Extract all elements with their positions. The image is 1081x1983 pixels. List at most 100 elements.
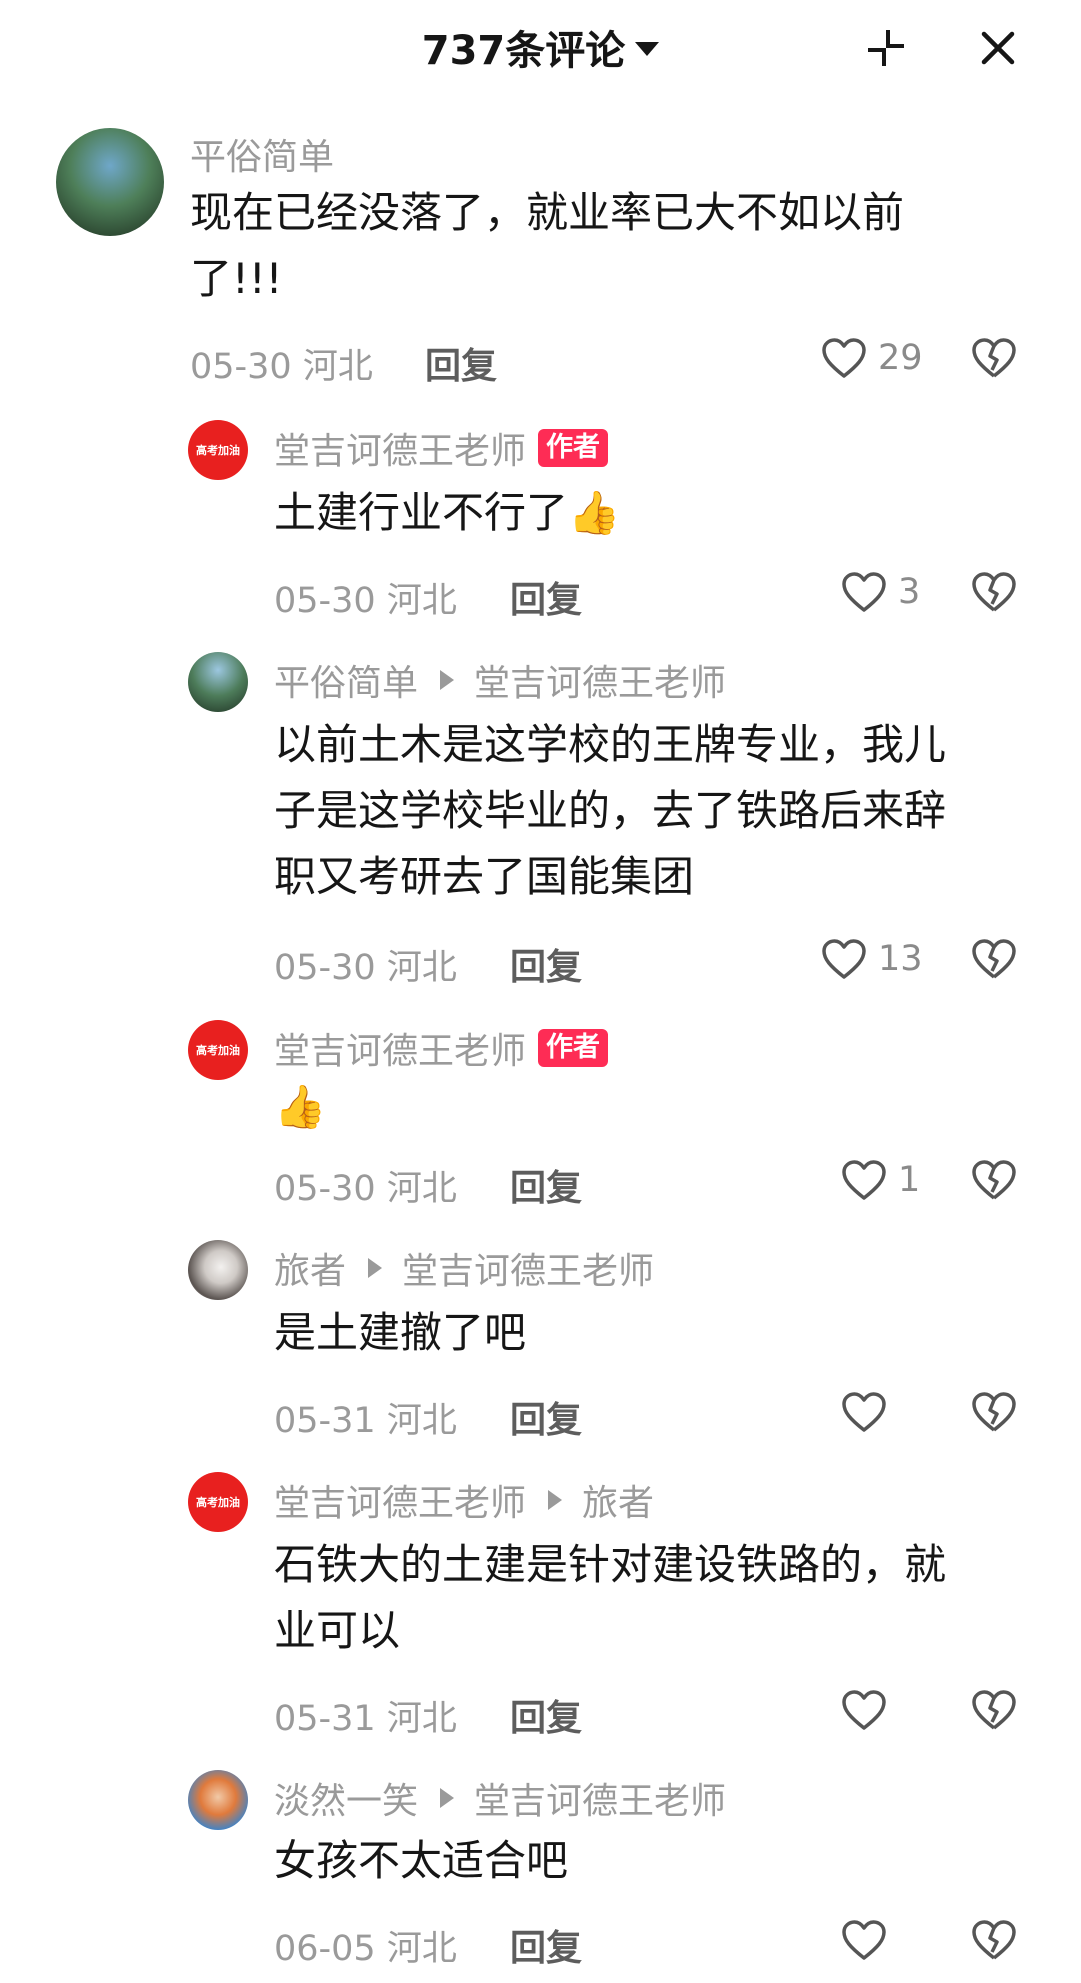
broken-heart-icon — [972, 1690, 1016, 1730]
heart-outline-icon — [842, 1392, 886, 1432]
username[interactable]: 堂吉诃德王老师 作者 — [274, 422, 609, 474]
avatar[interactable] — [56, 128, 164, 236]
comment-text-line: 女孩不太适合吧 — [274, 1836, 569, 1885]
comment-meta: 05-30 河北 — [190, 347, 373, 387]
comment-meta: 06-05 河北 — [274, 1929, 457, 1969]
comment-text: 👍 — [274, 1074, 326, 1140]
username-text: 堂吉诃德王老师 — [274, 1031, 527, 1072]
broken-heart-icon — [972, 1392, 1016, 1432]
avatar[interactable]: 高考加油 — [188, 1020, 248, 1080]
avatar[interactable]: 高考加油 — [188, 420, 248, 480]
heart-outline-icon — [842, 572, 886, 612]
comment-text: 现在已经没落了，就业率已大不如以前 了!!! — [190, 180, 904, 312]
username-text: 堂吉诃德王老师 — [274, 1483, 527, 1524]
username[interactable]: 平俗简单 堂吉诃德王老师 — [274, 654, 726, 706]
reply-item: 高考加油 堂吉诃德王老师 旅者 石铁大的土建是针对建设铁路的，就 业可以 05-… — [0, 1472, 1081, 1742]
reply-to-arrow-icon — [440, 670, 455, 690]
reply-item: 旅者 堂吉诃德王老师 是土建撤了吧 05-31 河北 回复 — [0, 1240, 1081, 1443]
avatar[interactable]: 高考加油 — [188, 1472, 248, 1532]
username-text: 淡然一笑 — [274, 1781, 419, 1822]
collapse-icon — [868, 30, 904, 66]
reply-button[interactable]: 回复 — [510, 938, 582, 990]
avatar[interactable] — [188, 652, 248, 712]
comment-text-line: 业可以 — [274, 1606, 401, 1655]
reply-to-name: 堂吉诃德王老师 — [474, 663, 727, 704]
comment-text: 石铁大的土建是针对建设铁路的，就 业可以 — [274, 1532, 946, 1664]
reply-to-name: 旅者 — [582, 1483, 655, 1524]
username[interactable]: 平俗简单 — [190, 128, 334, 180]
comment-text: 土建行业不行了👍 — [274, 480, 620, 546]
reply-to-name: 堂吉诃德王老师 — [474, 1781, 727, 1822]
username-text: 旅者 — [274, 1251, 347, 1292]
dislike-button[interactable] — [970, 1158, 1018, 1206]
comment-text-line: 石铁大的土建是针对建设铁路的，就 — [274, 1540, 947, 1589]
avatar-text: 高考加油 — [196, 1044, 240, 1057]
avatar[interactable] — [188, 1240, 248, 1300]
reply-button[interactable]: 回复 — [510, 1159, 582, 1211]
thumbs-up-icon: 👍 — [568, 488, 621, 537]
dislike-button[interactable] — [970, 1918, 1018, 1966]
close-button[interactable] — [972, 22, 1024, 74]
comment-text: 以前土木是这学校的王牌专业，我儿 子是这学校毕业的，去了铁路后来辞 职又考研去了… — [274, 712, 946, 910]
broken-heart-icon — [972, 338, 1016, 378]
avatar[interactable] — [188, 1770, 248, 1830]
reply-item: 高考加油 堂吉诃德王老师 作者 👍 05-30 河北 回复 1 — [0, 1020, 1081, 1220]
comment-meta: 05-30 河北 — [274, 1169, 457, 1209]
username[interactable]: 淡然一笑 堂吉诃德王老师 — [274, 1772, 726, 1824]
comment-count-label: 737条评论 — [421, 28, 626, 74]
comment-text-line: 土建行业不行了 — [274, 488, 569, 537]
comment-text-line: 了!!! — [190, 254, 283, 303]
avatar-text: 高考加油 — [196, 1496, 240, 1509]
like-button[interactable]: 3 — [840, 570, 920, 614]
username[interactable]: 堂吉诃德王老师 作者 — [274, 1022, 609, 1074]
comment-item: 平俗简单 现在已经没落了，就业率已大不如以前 了!!! 05-30 河北 回复 … — [0, 128, 1081, 398]
dislike-button[interactable] — [970, 570, 1018, 618]
dislike-button[interactable] — [970, 336, 1018, 384]
comment-text: 是土建撤了吧 — [274, 1300, 526, 1366]
reply-button[interactable]: 回复 — [510, 1689, 582, 1741]
heart-outline-icon — [842, 1160, 886, 1200]
like-button[interactable]: 1 — [840, 1158, 920, 1202]
reply-button[interactable]: 回复 — [425, 337, 497, 389]
username[interactable]: 堂吉诃德王老师 旅者 — [274, 1474, 654, 1526]
like-button[interactable] — [840, 1918, 898, 1962]
reply-item: 淡然一笑 堂吉诃德王老师 女孩不太适合吧 06-05 河北 回复 — [0, 1770, 1081, 1980]
reply-button[interactable]: 回复 — [510, 1391, 582, 1443]
broken-heart-icon — [972, 1920, 1016, 1960]
username-text: 平俗简单 — [274, 663, 419, 704]
dislike-button[interactable] — [970, 937, 1018, 985]
close-icon — [981, 31, 1015, 65]
reply-item: 平俗简单 堂吉诃德王老师 以前土木是这学校的王牌专业，我儿 子是这学校毕业的，去… — [0, 652, 1081, 992]
like-button[interactable]: 13 — [820, 937, 923, 981]
comments-header: 737条评论 — [0, 0, 1081, 95]
thumbs-up-icon: 👍 — [274, 1082, 327, 1131]
dislike-button[interactable] — [970, 1390, 1018, 1438]
comment-count-title[interactable]: 737条评论 — [0, 18, 1081, 76]
comment-text-line: 现在已经没落了，就业率已大不如以前 — [190, 188, 905, 237]
broken-heart-icon — [972, 572, 1016, 612]
username[interactable]: 旅者 堂吉诃德王老师 — [274, 1242, 654, 1294]
avatar-text: 高考加油 — [196, 444, 240, 457]
comment-text: 女孩不太适合吧 — [274, 1828, 568, 1894]
reply-to-arrow-icon — [548, 1490, 563, 1510]
like-button[interactable] — [840, 1390, 898, 1434]
reply-to-name: 堂吉诃德王老师 — [402, 1251, 655, 1292]
comment-text-line: 是土建撤了吧 — [274, 1308, 527, 1357]
comments-panel: 737条评论 平俗简单 现在已经没落了，就业率已大不如以前 了!!! 05-30… — [0, 0, 1081, 1983]
username-text: 堂吉诃德王老师 — [274, 431, 527, 472]
reply-to-arrow-icon — [368, 1258, 383, 1278]
comment-meta: 05-30 河北 — [274, 581, 457, 621]
broken-heart-icon — [972, 939, 1016, 979]
reply-to-arrow-icon — [440, 1788, 455, 1808]
reply-item: 高考加油 堂吉诃德王老师 作者 土建行业不行了👍 05-30 河北 回复 3 — [0, 420, 1081, 623]
dislike-button[interactable] — [970, 1688, 1018, 1736]
like-button[interactable]: 29 — [820, 336, 923, 380]
comment-meta: 05-30 河北 — [274, 948, 457, 988]
reply-button[interactable]: 回复 — [510, 571, 582, 623]
like-count: 3 — [898, 572, 921, 612]
dropdown-caret-icon — [635, 42, 660, 56]
reply-button[interactable]: 回复 — [510, 1919, 582, 1971]
collapse-button[interactable] — [860, 22, 912, 74]
comment-meta: 05-31 河北 — [274, 1699, 457, 1739]
like-button[interactable] — [840, 1688, 898, 1732]
